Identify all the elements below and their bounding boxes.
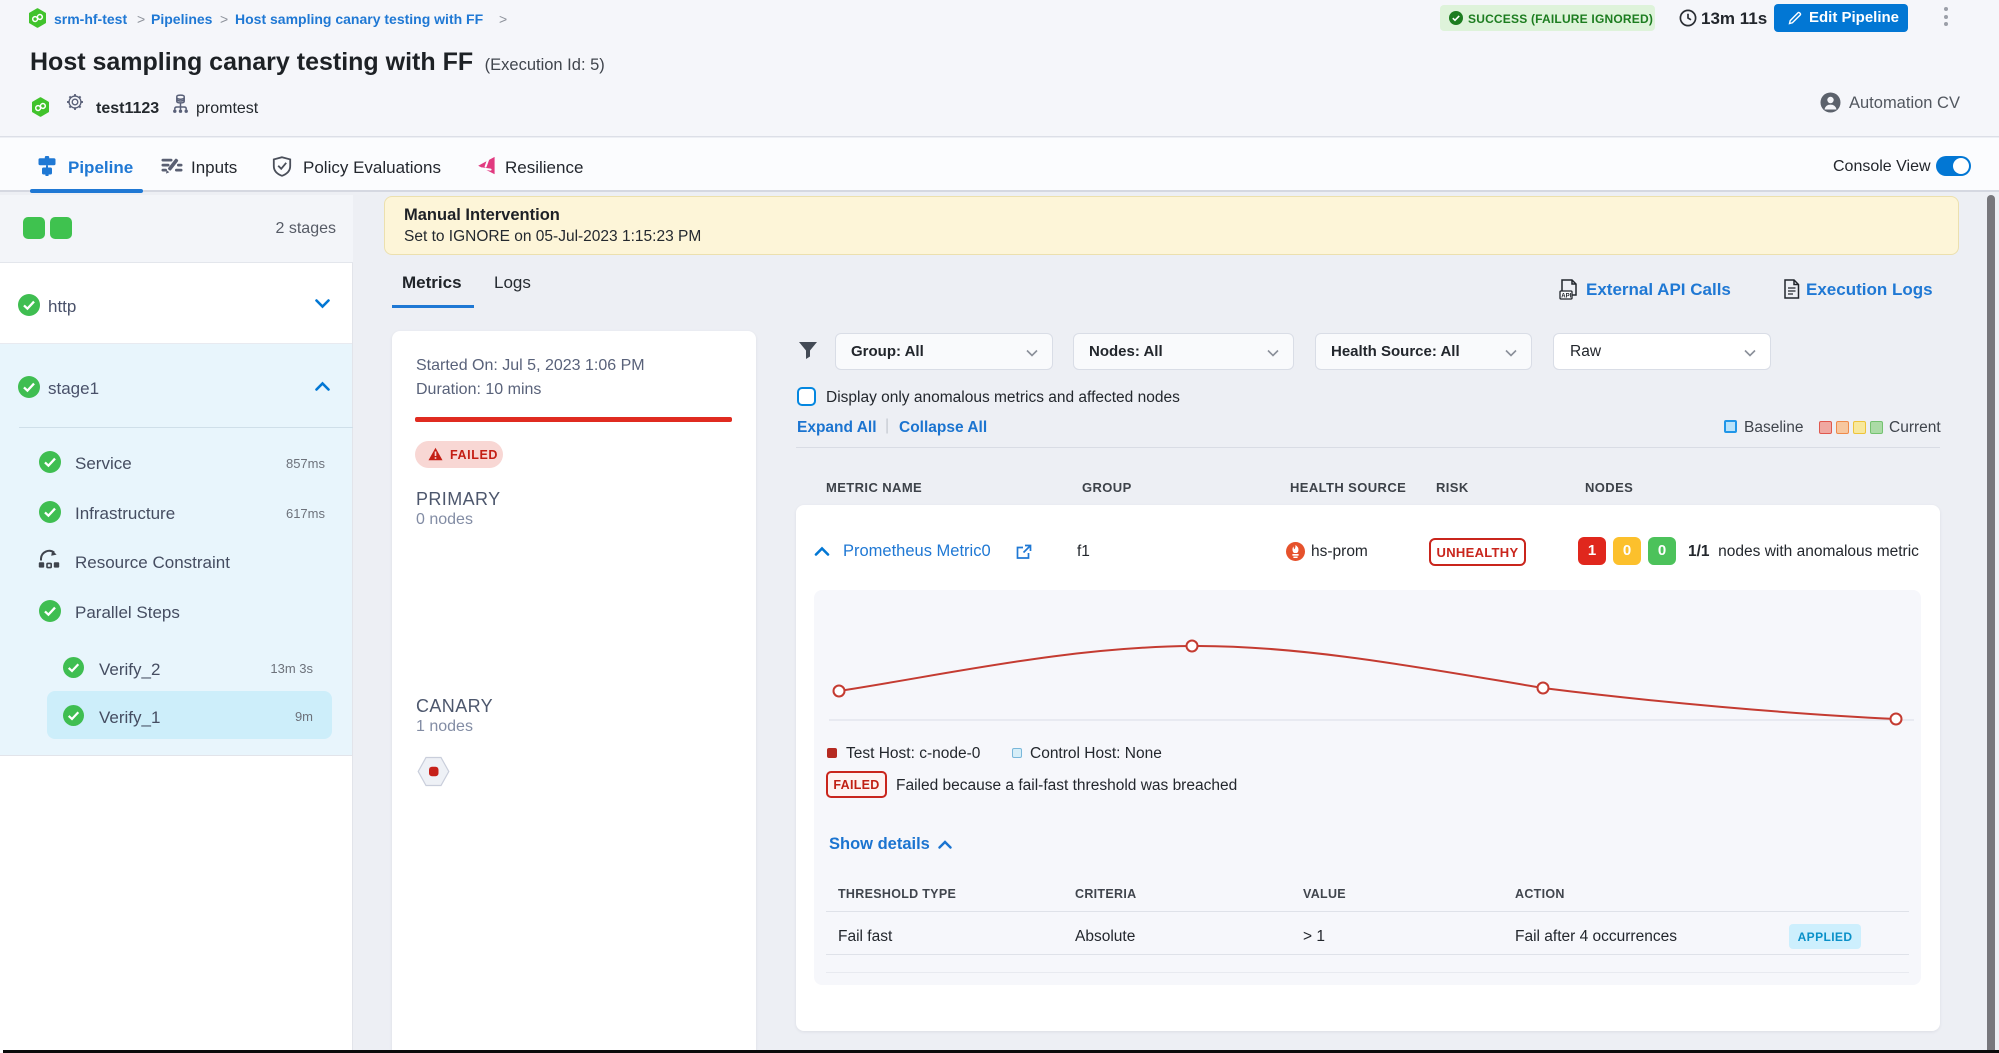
svg-text:API: API: [1561, 294, 1571, 300]
